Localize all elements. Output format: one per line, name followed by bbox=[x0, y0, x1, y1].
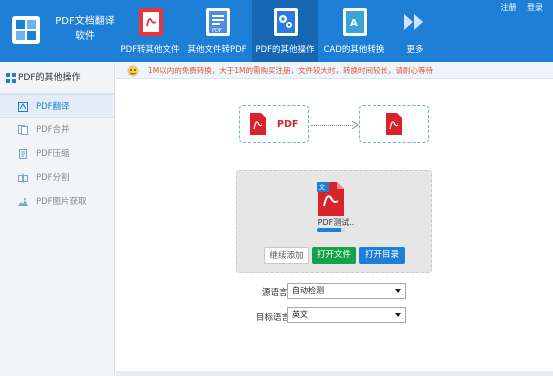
nav-more[interactable]: 更多 bbox=[382, 0, 448, 62]
nav-label: PDF的其他操作 bbox=[255, 45, 315, 55]
source-format-label: PDF bbox=[277, 119, 299, 130]
gear-icon bbox=[274, 8, 298, 36]
compress-icon bbox=[19, 149, 27, 159]
nav-label: PDF转其他文件 bbox=[120, 45, 180, 55]
sidebar-item-pdf-image-extract[interactable]: PDF图片获取 bbox=[0, 190, 114, 214]
notice-bar: 1M以内的免费转换，大于1M的需购买注册，文件较大时，转换时间较长，请耐心等待 bbox=[116, 62, 553, 79]
nav-cad-other[interactable]: A CAD的其他转换 bbox=[321, 0, 387, 62]
app-title-line2: 软件 bbox=[75, 31, 95, 42]
translated-pdf-icon bbox=[386, 113, 402, 135]
open-directory-button[interactable]: 打开目录 bbox=[359, 247, 405, 264]
source-format-box: PDF bbox=[239, 105, 309, 143]
login-link[interactable]: 登录 bbox=[527, 3, 543, 12]
conversion-arrow-line bbox=[311, 125, 353, 126]
file-to-pdf-icon: PDF bbox=[206, 8, 230, 36]
cad-icon: A bbox=[343, 8, 367, 36]
top-links: 注册 登录 bbox=[492, 2, 543, 13]
file-progress-fill bbox=[317, 228, 341, 232]
arrow-right-icon bbox=[351, 121, 359, 129]
grid-icon bbox=[6, 73, 16, 83]
pdf-file-icon bbox=[250, 113, 266, 135]
add-more-button[interactable]: 继续添加 bbox=[264, 247, 309, 264]
chevron-down-icon bbox=[395, 289, 401, 293]
nav-label: CAD的其他转换 bbox=[323, 45, 385, 55]
mascot-icon bbox=[127, 65, 139, 77]
nav-other-to-pdf[interactable]: PDF 其他文件转PDF bbox=[184, 0, 250, 62]
file-progress-bar bbox=[317, 228, 345, 232]
app-title: PDF文档翻译 软件 bbox=[50, 14, 120, 44]
nav-label: 更多 bbox=[406, 45, 424, 55]
sidebar-header: PDF的其他操作 bbox=[0, 62, 114, 94]
sidebar-header-label: PDF的其他操作 bbox=[18, 73, 81, 83]
sidebar-item-pdf-split[interactable]: PDF分割 bbox=[0, 166, 114, 190]
sidebar-item-label: PDF图片获取 bbox=[36, 197, 87, 207]
app-logo-icon bbox=[12, 16, 40, 44]
svg-text:A: A bbox=[350, 18, 358, 29]
nav-pdf-other-ops[interactable]: PDF的其他操作 bbox=[252, 0, 318, 62]
sidebar-item-label: PDF分割 bbox=[36, 173, 70, 183]
top-header: PDF文档翻译 软件 PDF转其他文件 PDF 其他文件转PDF PDF的其他操… bbox=[0, 0, 553, 62]
pdf-to-file-icon bbox=[139, 8, 163, 36]
bottom-scrollbar[interactable] bbox=[116, 371, 553, 376]
nav-pdf-to-other[interactable]: PDF转其他文件 bbox=[117, 0, 183, 62]
target-language-value: 英文 bbox=[292, 310, 308, 319]
source-language-select[interactable]: 自动检测 bbox=[287, 283, 406, 299]
sidebar-item-pdf-compress[interactable]: PDF压缩 bbox=[0, 142, 114, 166]
svg-text:文: 文 bbox=[319, 184, 325, 192]
source-language-label: 源语言 bbox=[262, 288, 288, 298]
sidebar: PDF的其他操作 PDF翻译 PDF合并 PDF压缩 PDF分割 PDF图片获取 bbox=[0, 62, 115, 376]
double-arrow-icon bbox=[404, 14, 423, 30]
file-name: PDF测试.. bbox=[317, 218, 355, 227]
register-link[interactable]: 注册 bbox=[500, 3, 516, 12]
svg-text:PDF: PDF bbox=[212, 28, 222, 34]
open-file-button[interactable]: 打开文件 bbox=[312, 247, 356, 264]
translate-icon bbox=[18, 102, 28, 112]
sidebar-item-label: PDF翻译 bbox=[36, 102, 70, 112]
sidebar-item-label: PDF压缩 bbox=[36, 149, 70, 159]
split-icon bbox=[18, 173, 28, 183]
app-title-line1: PDF文档翻译 bbox=[55, 16, 115, 27]
sidebar-item-label: PDF合并 bbox=[36, 125, 70, 135]
file-type-badge-icon: 文 bbox=[317, 182, 329, 192]
image-extract-icon bbox=[18, 198, 28, 206]
nav-label: 其他文件转PDF bbox=[187, 45, 247, 55]
sidebar-item-pdf-translate[interactable]: PDF翻译 bbox=[0, 94, 114, 118]
sidebar-item-pdf-merge[interactable]: PDF合并 bbox=[0, 118, 114, 142]
target-format-box bbox=[359, 105, 429, 143]
target-language-select[interactable]: 英文 bbox=[287, 307, 406, 323]
notice-text: 1M以内的免费转换，大于1M的需购买注册，文件较大时，转换时间较长，请耐心等待 bbox=[148, 66, 433, 75]
chevron-down-icon bbox=[395, 313, 401, 317]
source-language-value: 自动检测 bbox=[292, 286, 324, 295]
target-language-label: 目标语言 bbox=[256, 313, 291, 323]
merge-icon bbox=[18, 125, 28, 135]
